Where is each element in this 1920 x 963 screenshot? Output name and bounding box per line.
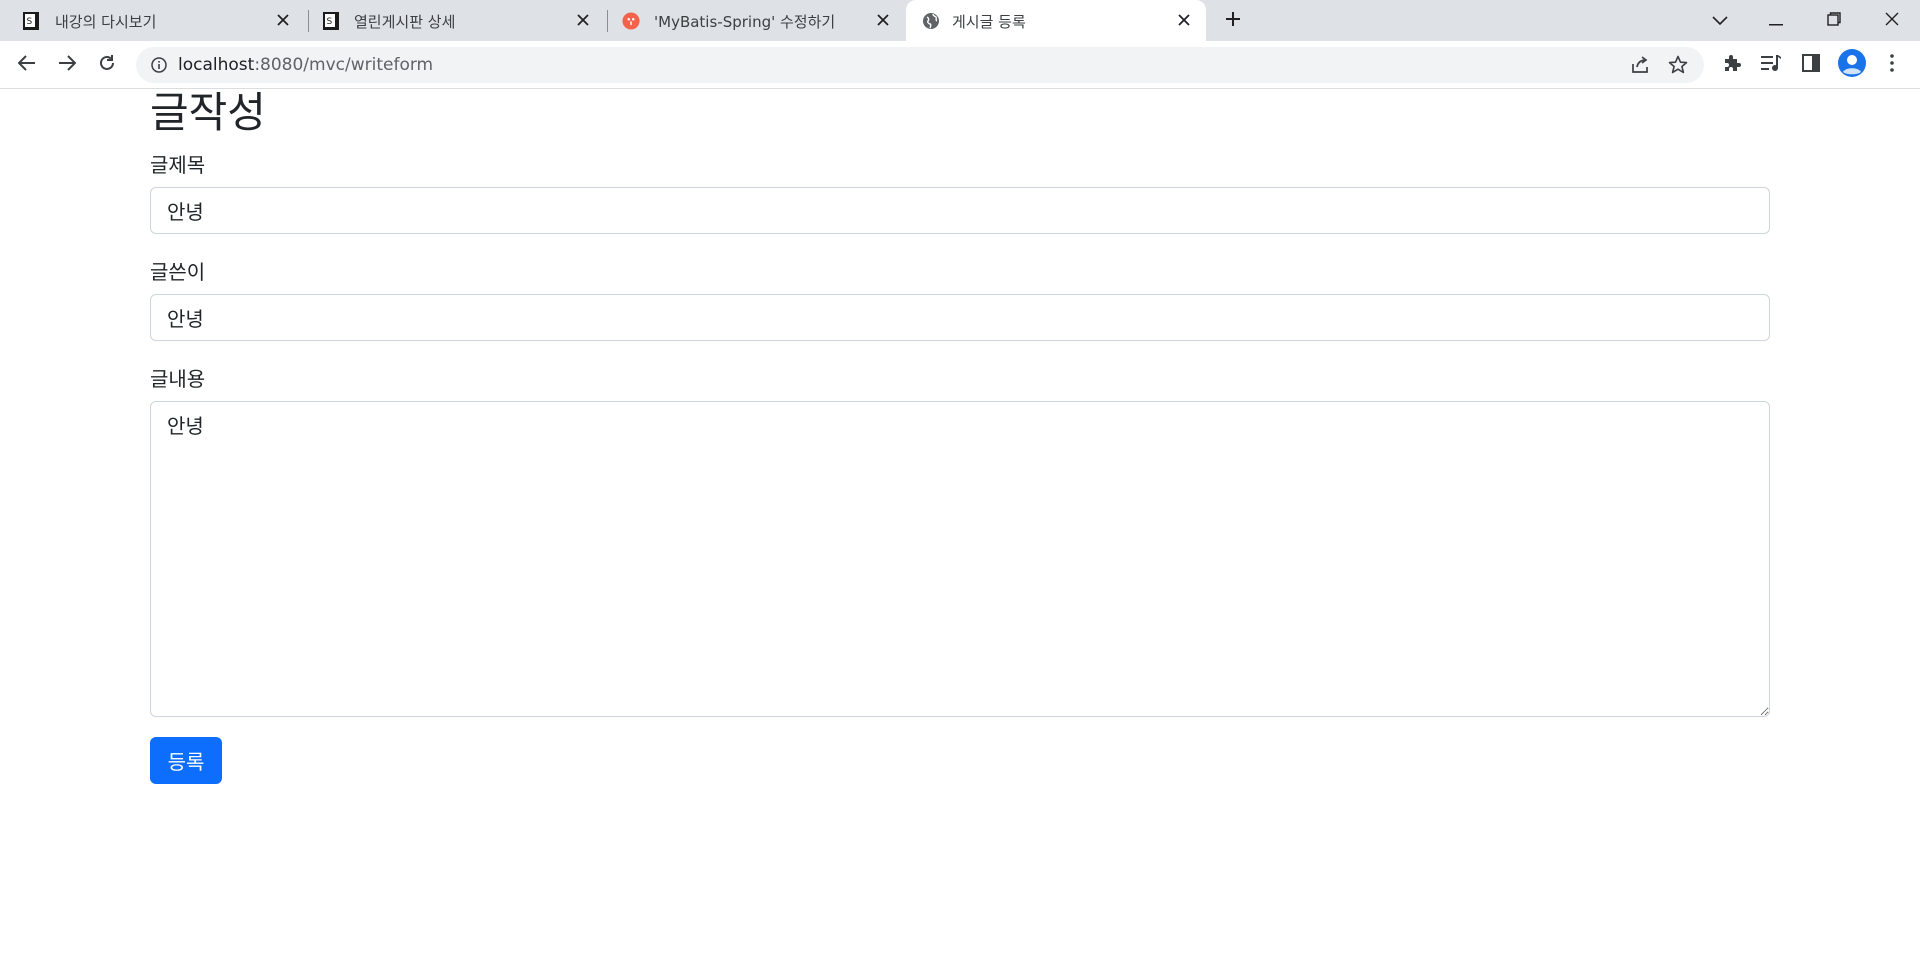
submit-button[interactable]: 등록 bbox=[150, 737, 222, 784]
arrow-left-icon bbox=[17, 54, 36, 76]
reload-icon bbox=[98, 54, 116, 76]
reload-button[interactable] bbox=[90, 48, 124, 82]
content-textarea[interactable]: 안녕 bbox=[150, 401, 1770, 717]
document-s-icon: S bbox=[22, 12, 40, 30]
avatar-icon bbox=[1838, 49, 1866, 81]
subject-label: 글제목 bbox=[150, 153, 206, 177]
restore-button[interactable] bbox=[1806, 0, 1862, 41]
writer-label: 글쓴이 bbox=[150, 260, 206, 284]
minimize-icon bbox=[1769, 11, 1783, 30]
close-icon[interactable] bbox=[273, 10, 293, 30]
chrome-menu-button[interactable] bbox=[1878, 51, 1906, 79]
tab-lecture-replay[interactable]: S 내강의 다시보기 bbox=[0, 0, 305, 41]
tab-post-register[interactable]: 게시글 등록 bbox=[906, 0, 1206, 41]
tab-search-button[interactable] bbox=[1692, 0, 1748, 41]
writer-input[interactable] bbox=[150, 294, 1770, 341]
page-title: 글작성 bbox=[150, 88, 266, 137]
content-label: 글내용 bbox=[150, 367, 206, 391]
new-tab-button[interactable] bbox=[1205, 0, 1261, 41]
url-host: localhost bbox=[178, 55, 255, 75]
side-panel-button[interactable] bbox=[1797, 51, 1825, 79]
puzzle-icon bbox=[1722, 53, 1742, 77]
browser-toolbar: localhost:8080/mvc/writeform bbox=[0, 41, 1920, 89]
bookmark-star-icon[interactable] bbox=[1666, 53, 1690, 77]
tab-strip: S 내강의 다시보기 S 열린게시판 상세 'MyBatis-Spring' 수… bbox=[0, 0, 1920, 41]
close-icon[interactable] bbox=[573, 10, 593, 30]
side-panel-icon bbox=[1802, 54, 1820, 76]
globe-icon bbox=[922, 12, 940, 30]
info-icon[interactable] bbox=[147, 53, 171, 77]
tab-title: 열린게시판 상세 bbox=[354, 13, 456, 31]
address-bar[interactable]: localhost:8080/mvc/writeform bbox=[136, 47, 1704, 83]
subject-input[interactable] bbox=[150, 187, 1770, 234]
close-icon[interactable] bbox=[873, 10, 893, 30]
back-button[interactable] bbox=[10, 48, 44, 82]
close-window-button[interactable] bbox=[1864, 0, 1920, 41]
red-circle-icon bbox=[622, 12, 640, 30]
page-content: 글작성 글제목 글쓴이 글내용 안녕 등록 bbox=[0, 89, 1920, 963]
media-control-button[interactable] bbox=[1757, 51, 1785, 79]
tab-title: 'MyBatis-Spring' 수정하기 bbox=[654, 13, 836, 31]
close-icon[interactable] bbox=[1174, 10, 1194, 30]
close-icon bbox=[1885, 11, 1899, 30]
forward-button[interactable] bbox=[50, 48, 84, 82]
document-s-icon: S bbox=[322, 12, 340, 30]
svg-text:S: S bbox=[27, 17, 33, 27]
arrow-right-icon bbox=[58, 54, 77, 76]
tab-mybatis-edit[interactable]: 'MyBatis-Spring' 수정하기 bbox=[607, 0, 905, 41]
svg-text:S: S bbox=[327, 17, 333, 27]
tab-title: 내강의 다시보기 bbox=[55, 13, 157, 31]
kebab-menu-icon bbox=[1890, 54, 1894, 76]
share-icon[interactable] bbox=[1628, 53, 1652, 77]
url-text[interactable]: localhost:8080/mvc/writeform bbox=[178, 55, 433, 75]
url-path: :8080/mvc/writeform bbox=[254, 55, 434, 75]
tab-title: 게시글 등록 bbox=[952, 13, 1026, 31]
chevron-down-icon bbox=[1712, 11, 1728, 30]
playlist-icon bbox=[1760, 54, 1782, 76]
plus-icon bbox=[1225, 11, 1241, 31]
extensions-button[interactable] bbox=[1718, 51, 1746, 79]
profile-avatar[interactable] bbox=[1838, 49, 1866, 81]
tab-open-board-detail[interactable]: S 열린게시판 상세 bbox=[308, 0, 605, 41]
minimize-button[interactable] bbox=[1748, 0, 1804, 41]
restore-icon bbox=[1827, 11, 1841, 30]
